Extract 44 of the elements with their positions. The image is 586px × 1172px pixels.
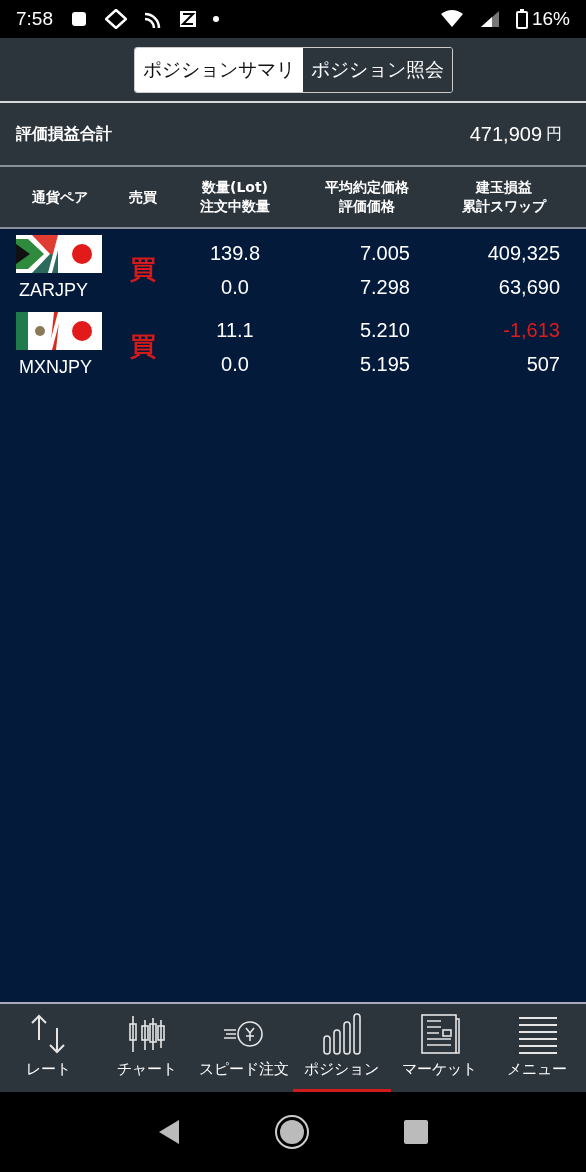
- currency-pair: ZARJPY: [19, 279, 88, 302]
- average-price: 5.210: [359, 317, 410, 343]
- trade-side: 買: [129, 330, 157, 363]
- lot-quantity: 139.8: [209, 240, 261, 266]
- average-price: 7.005: [359, 240, 410, 266]
- notification-icon: [143, 10, 163, 28]
- currency-unit: 円: [546, 123, 562, 145]
- clock: 7:58: [16, 6, 53, 31]
- nav-tab[interactable]: チャート: [97, 1004, 196, 1092]
- pending-quantity: 0.0: [221, 351, 249, 377]
- evaluation-price: 7.298: [359, 274, 410, 300]
- flag-icon: [16, 312, 102, 350]
- signal-icon: [479, 10, 500, 28]
- wifi-icon: [439, 10, 464, 28]
- evaluation-price: 5.195: [359, 351, 410, 377]
- battery-percentage: 16%: [531, 6, 570, 31]
- column-header: 通貨ペア: [31, 187, 89, 207]
- home-icon[interactable]: [274, 1114, 310, 1150]
- flag-icon: [16, 235, 102, 273]
- position-pnl: 409,325: [487, 240, 560, 266]
- notification-icon: [179, 10, 197, 28]
- nav-tab[interactable]: マーケット: [390, 1004, 489, 1092]
- notification-icon: [69, 10, 89, 28]
- pending-quantity: 0.0: [221, 274, 249, 300]
- column-header: 平均約定価格 評価価格: [324, 178, 410, 216]
- trade-side: 買: [129, 253, 157, 286]
- summary-label: 評価損益合計: [16, 123, 112, 145]
- currency-pair: MXNJPY: [19, 356, 92, 379]
- column-header: 建玉損益 累計スワップ: [461, 178, 548, 216]
- column-header: 売買: [128, 187, 158, 207]
- dot-icon: [213, 16, 219, 22]
- battery-icon: [515, 9, 528, 29]
- notification-icon: [105, 9, 127, 29]
- lot-quantity: 11.1: [216, 317, 254, 343]
- column-header: 数量(Lot) 注文中数量: [199, 178, 271, 216]
- summary-value: 471,909: [469, 122, 542, 147]
- position-pnl: -1,613: [503, 317, 560, 343]
- recents-icon[interactable]: [403, 1119, 430, 1145]
- cumulative-swap: 63,690: [498, 274, 560, 300]
- nav-tab[interactable]: メニュー: [488, 1004, 586, 1092]
- nav-tab[interactable]: レート: [0, 1004, 98, 1092]
- segment-tab[interactable]: ポジションサマリ: [134, 47, 303, 92]
- cumulative-swap: 507: [526, 351, 560, 377]
- nav-tab[interactable]: スピード注文: [195, 1004, 293, 1092]
